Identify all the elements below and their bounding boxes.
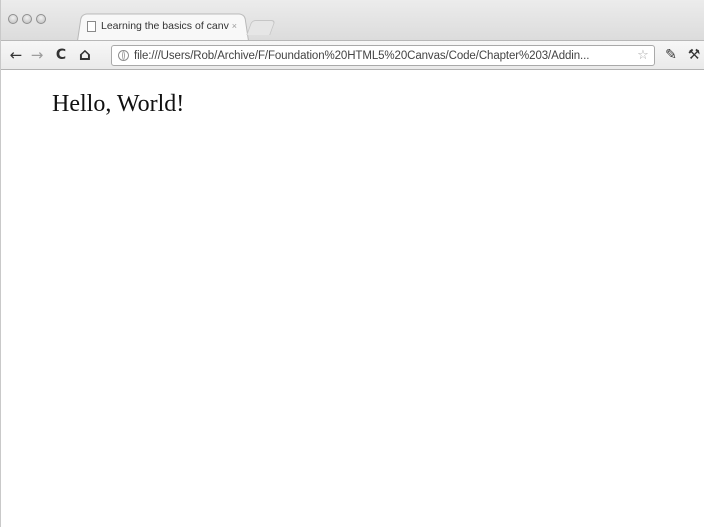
wrench-icon[interactable]: ⚒ xyxy=(685,46,703,64)
minimize-window-button[interactable] xyxy=(22,14,32,24)
zoom-window-button[interactable] xyxy=(36,14,46,24)
tab-active[interactable]: Learning the basics of canvas × xyxy=(77,12,249,42)
reload-icon[interactable]: C xyxy=(52,46,70,64)
page-heading: Hello, World! xyxy=(52,91,185,117)
new-tab-button[interactable] xyxy=(246,20,276,35)
page-icon xyxy=(87,20,96,32)
forward-icon[interactable]: → xyxy=(28,46,46,64)
close-window-button[interactable] xyxy=(8,14,18,24)
tab-strip: Learning the basics of canvas × xyxy=(1,0,704,42)
tab-title: Learning the basics of canvas xyxy=(101,20,229,32)
toolbar: ← → C ⌂ file:///Users/Rob/Archive/F/Foun… xyxy=(1,40,704,70)
browser-window: Learning the basics of canvas × ← → C ⌂ … xyxy=(0,0,704,527)
page-content: Hello, World! xyxy=(1,70,704,527)
window-controls xyxy=(8,14,46,24)
globe-icon xyxy=(118,50,129,61)
address-bar[interactable]: file:///Users/Rob/Archive/F/Foundation%2… xyxy=(111,45,655,66)
home-icon[interactable]: ⌂ xyxy=(76,46,94,64)
page-menu-icon[interactable]: ✎ xyxy=(662,46,680,64)
bookmark-star-icon[interactable]: ☆ xyxy=(634,48,652,63)
tab-close-icon[interactable]: × xyxy=(232,21,237,31)
url-text[interactable]: file:///Users/Rob/Archive/F/Foundation%2… xyxy=(134,50,634,62)
back-icon[interactable]: ← xyxy=(7,46,25,64)
